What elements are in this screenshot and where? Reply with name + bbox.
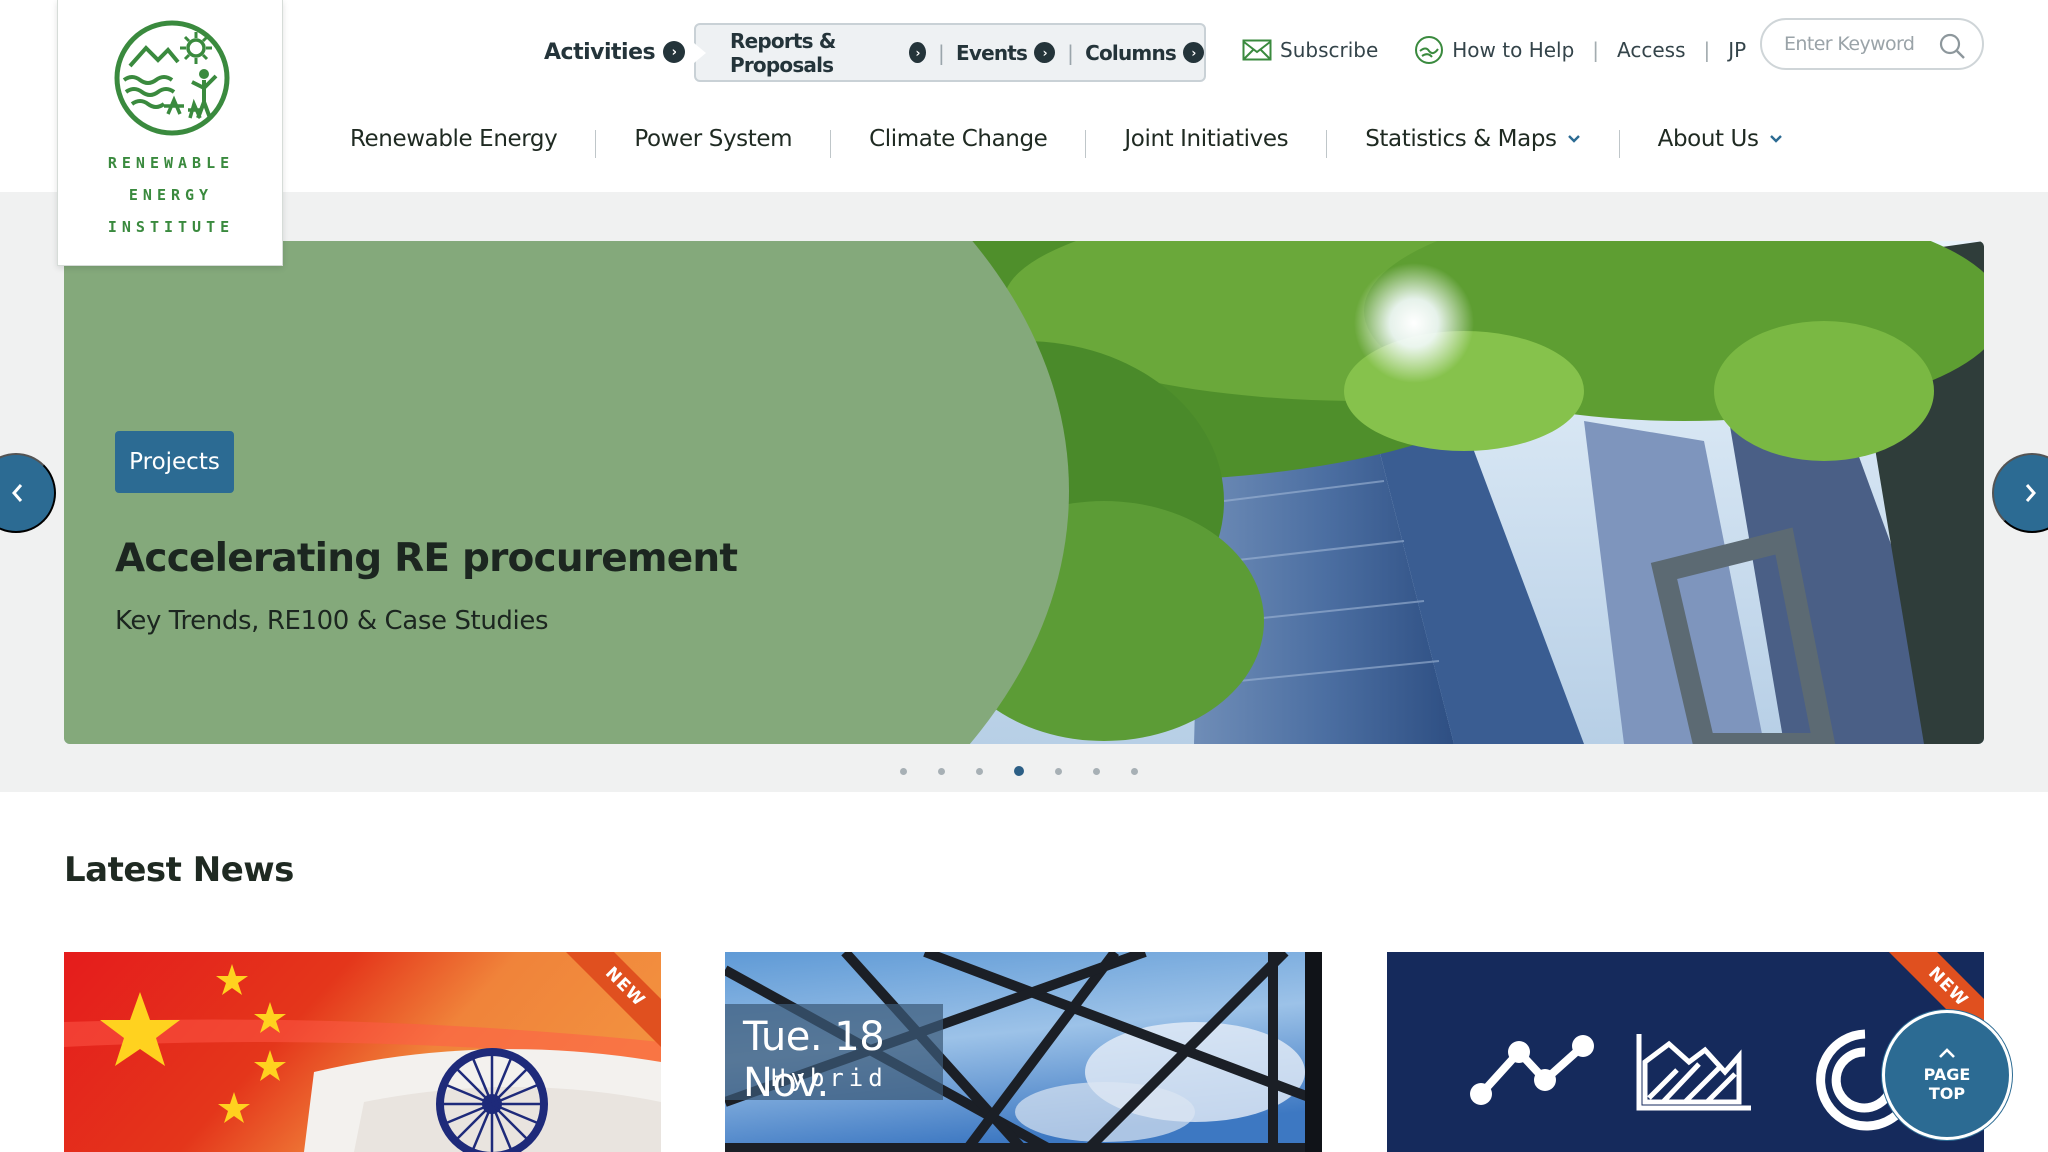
- divider: |: [938, 40, 945, 65]
- site-logo[interactable]: RENEWABLE ENERGY INSTITUTE: [57, 0, 283, 266]
- submenu-pointer: [694, 43, 706, 63]
- search-icon[interactable]: [1938, 32, 1966, 64]
- page-top-label-1: PAGE: [1923, 1065, 1971, 1084]
- nav-about-us[interactable]: About Us: [1658, 126, 1783, 152]
- chevron-down-icon: [1567, 134, 1581, 144]
- nav-statistics-maps-label: Statistics & Maps: [1365, 126, 1557, 152]
- chevron-left-icon: [12, 484, 23, 502]
- slider-pagination: [900, 766, 1169, 776]
- divider: |: [1067, 40, 1074, 65]
- slider-dot[interactable]: [900, 768, 907, 775]
- latest-news-heading: Latest News: [64, 850, 294, 890]
- logo-text-line1: RENEWABLE: [107, 154, 235, 172]
- nav-about-us-label: About Us: [1657, 126, 1759, 152]
- reports-proposals-label: Reports & Proposals: [730, 28, 836, 77]
- search-input[interactable]: [1784, 33, 1934, 55]
- activities-link[interactable]: Activities ›: [544, 34, 686, 70]
- china-india-flag-image: [64, 952, 661, 1152]
- nav-renewable-energy[interactable]: Renewable Energy: [350, 126, 558, 152]
- language-toggle[interactable]: JP: [1728, 38, 1746, 62]
- activities-submenu: Reports & Proposals › | Events › | Colum…: [694, 23, 1206, 82]
- slider-dot[interactable]: [938, 768, 945, 775]
- events-label: Events: [955, 40, 1028, 65]
- events-link[interactable]: Events ›: [955, 40, 1056, 65]
- divider: [1326, 130, 1328, 158]
- divider: [1085, 130, 1087, 158]
- event-label: Tue. 18 Nov. Hybrid: [725, 1004, 943, 1106]
- globe-hand-icon: [1414, 35, 1444, 65]
- chevron-down-icon: [1769, 134, 1783, 144]
- columns-link[interactable]: Columns ›: [1085, 41, 1204, 65]
- hero-slide[interactable]: [64, 241, 1984, 744]
- reports-proposals-link[interactable]: Reports & Proposals ›: [730, 28, 927, 77]
- news-card[interactable]: NEW: [64, 952, 661, 1152]
- subscribe-link[interactable]: Subscribe: [1280, 38, 1378, 62]
- slider-dot[interactable]: [976, 768, 983, 775]
- chevron-right-icon: ›: [1183, 42, 1204, 63]
- hero-title: Accelerating RE procurement: [115, 536, 738, 581]
- nav-statistics-maps[interactable]: Statistics & Maps: [1365, 126, 1580, 152]
- how-to-help-link[interactable]: How to Help: [1452, 38, 1574, 62]
- nav-power-system[interactable]: Power System: [634, 126, 792, 152]
- nav-climate-change[interactable]: Climate Change: [869, 126, 1048, 152]
- logo-text-line2: ENERGY: [128, 186, 214, 204]
- chevron-right-icon: ›: [1034, 42, 1056, 63]
- slider-dot[interactable]: [1014, 766, 1024, 776]
- columns-label: Columns: [1085, 40, 1177, 65]
- site-header: RENEWABLE ENERGY INSTITUTE Activities › …: [0, 0, 2048, 266]
- divider: [830, 130, 832, 158]
- chevron-right-icon: ›: [909, 42, 927, 63]
- event-date: Tue. 18 Nov.: [743, 1014, 885, 1106]
- main-nav: Renewable Energy Power System Climate Ch…: [350, 118, 1783, 160]
- page-top-label-2: TOP: [1928, 1084, 1966, 1103]
- search-box: [1760, 18, 1984, 70]
- hero-subtitle: Key Trends, RE100 & Case Studies: [115, 606, 549, 636]
- hero-category-tag[interactable]: Projects: [115, 431, 234, 493]
- slider-dot[interactable]: [1131, 768, 1138, 775]
- page-top-button[interactable]: PAGE TOP: [1882, 1010, 2012, 1140]
- divider: [1618, 130, 1620, 158]
- nav-joint-initiatives[interactable]: Joint Initiatives: [1124, 126, 1288, 152]
- access-link[interactable]: Access: [1617, 38, 1685, 62]
- chevron-up-icon: [1939, 1048, 1955, 1058]
- chevron-right-icon: ›: [663, 41, 686, 63]
- divider: [595, 130, 597, 158]
- slider-dot[interactable]: [1093, 768, 1100, 775]
- envelope-icon: [1242, 39, 1272, 61]
- logo-text-line3: INSTITUTE: [107, 218, 235, 236]
- utility-links: Subscribe How to Help | Access | JP: [1242, 30, 1746, 70]
- divider: |: [1703, 38, 1711, 62]
- divider: |: [1592, 38, 1600, 62]
- chevron-right-icon: [2025, 484, 2036, 502]
- event-type: Hybrid: [771, 1064, 888, 1092]
- activities-label: Activities: [544, 39, 656, 65]
- logo-emblem-icon: [114, 20, 230, 136]
- slider-dot[interactable]: [1055, 768, 1062, 775]
- news-card[interactable]: Tue. 18 Nov. Hybrid: [725, 952, 1322, 1152]
